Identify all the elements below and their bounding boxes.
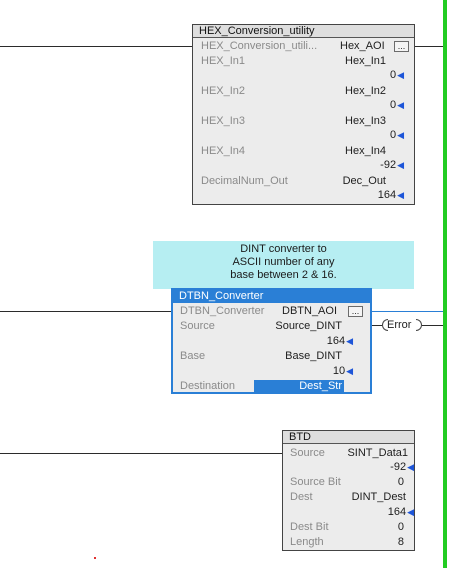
block-title: HEX_Conversion_utility <box>193 25 414 38</box>
param-value-hex-in2: 0◀ <box>390 99 404 112</box>
param-value-source-bit[interactable]: 0 <box>398 476 404 489</box>
param-label-destination: Destination <box>180 380 236 392</box>
rung-wire-3-left <box>0 453 282 454</box>
btd-block[interactable]: BTD Source SINT_Data1 -92◀ Source Bit 0 … <box>282 430 415 551</box>
value-text: -92 <box>380 159 397 171</box>
param-tag-hex-in2[interactable]: Hex_In2 <box>345 85 386 98</box>
value-text: 0 <box>389 99 397 111</box>
comment-line-2: ASCII number of any <box>232 256 335 268</box>
rung-wire-2-left <box>0 311 172 312</box>
cursor-dot <box>94 557 96 559</box>
param-tag-hex-in4[interactable]: Hex_In4 <box>345 145 386 158</box>
block-title: BTD <box>283 431 414 444</box>
param-tag-hex-in3[interactable]: Hex_In3 <box>345 115 386 128</box>
param-label-source: Source <box>180 320 215 332</box>
param-tag-source[interactable]: SINT_Data1 <box>347 447 408 460</box>
param-label-dest-bit: Dest Bit <box>290 521 329 533</box>
value-text: 164 <box>377 189 397 201</box>
coil-right-icon <box>416 319 422 331</box>
value-text: 164 <box>387 506 407 518</box>
param-value-source: -92◀ <box>390 461 414 474</box>
value-text: 0 <box>389 129 397 141</box>
param-tag-decimal-out[interactable]: Dec_Out <box>343 175 386 188</box>
param-value-hex-in1: 0◀ <box>390 69 404 82</box>
param-value-hex-in4: -92◀ <box>380 159 404 172</box>
dtbn-converter-block[interactable]: DTBN_Converter DTBN_Converter DBTN_AOI .… <box>171 288 372 394</box>
rung-wire-2-top <box>371 311 443 312</box>
rung-wire-1-right <box>414 46 443 47</box>
right-power-rail <box>443 0 447 568</box>
value-text: 0 <box>389 69 397 81</box>
rung-wire-1-left <box>0 46 193 47</box>
param-value-hex-in3: 0◀ <box>390 129 404 142</box>
value-text: 10 <box>332 365 346 377</box>
left-arrow-icon: ◀ <box>397 70 404 80</box>
param-tag-base[interactable]: Base_DINT <box>285 350 342 363</box>
param-value-decimal-out: 164◀ <box>378 189 404 202</box>
comment-line-1: DINT converter to <box>240 243 327 255</box>
left-arrow-icon: ◀ <box>397 160 404 170</box>
rung-comment[interactable]: DINT converter to ASCII number of any ba… <box>153 241 414 289</box>
param-tag-destination-selected[interactable]: Dest_Str <box>254 380 344 393</box>
error-coil-tag[interactable]: Error <box>387 319 411 332</box>
block-title: DTBN_Converter <box>173 290 370 303</box>
properties-button[interactable]: ... <box>394 41 409 52</box>
param-label-base: Base <box>180 350 206 362</box>
left-arrow-icon: ◀ <box>346 366 353 376</box>
param-label-source-bit: Source Bit <box>290 476 341 488</box>
left-arrow-icon: ◀ <box>407 507 414 517</box>
rung-wire-2-right <box>422 325 443 326</box>
param-value-base: 10◀ <box>333 365 353 378</box>
param-label-source: Source <box>290 447 325 459</box>
value-text: -92 <box>390 461 407 473</box>
param-tag-dest[interactable]: DINT_Dest <box>352 491 406 504</box>
aoi-instance-tag[interactable]: DBTN_AOI <box>282 305 337 318</box>
left-arrow-icon: ◀ <box>397 100 404 110</box>
properties-button[interactable]: ... <box>348 306 363 317</box>
param-label-hex-in3: HEX_In3 <box>201 115 246 127</box>
param-label-hex-in4: HEX_In4 <box>201 145 246 157</box>
param-tag-source[interactable]: Source_DINT <box>275 320 342 333</box>
aoi-instance-label: DTBN_Converter <box>180 305 265 317</box>
param-value-source: 164◀ <box>327 335 353 348</box>
hex-conversion-block[interactable]: HEX_Conversion_utility HEX_Conversion_ut… <box>192 24 415 205</box>
aoi-instance-label: HEX_Conversion_utili... <box>201 40 318 52</box>
param-label-length: Length <box>290 536 324 548</box>
param-label-dest: Dest <box>290 491 313 503</box>
left-arrow-icon: ◀ <box>346 336 353 346</box>
left-arrow-icon: ◀ <box>397 130 404 140</box>
rung-wire-2-mid <box>371 325 382 326</box>
param-label-decimal-out: DecimalNum_Out <box>201 175 288 187</box>
aoi-instance-tag[interactable]: Hex_AOI <box>340 40 385 53</box>
param-value-dest-bit[interactable]: 0 <box>398 521 404 534</box>
left-arrow-icon: ◀ <box>397 190 404 200</box>
param-tag-hex-in1[interactable]: Hex_In1 <box>345 55 386 68</box>
param-label-hex-in1: HEX_In1 <box>201 55 246 67</box>
left-arrow-icon: ◀ <box>407 462 414 472</box>
param-value-length[interactable]: 8 <box>398 536 404 549</box>
param-label-hex-in2: HEX_In2 <box>201 85 246 97</box>
comment-line-3: base between 2 & 16. <box>230 269 337 281</box>
param-value-dest: 164◀ <box>388 506 414 519</box>
value-text: 164 <box>326 335 346 347</box>
